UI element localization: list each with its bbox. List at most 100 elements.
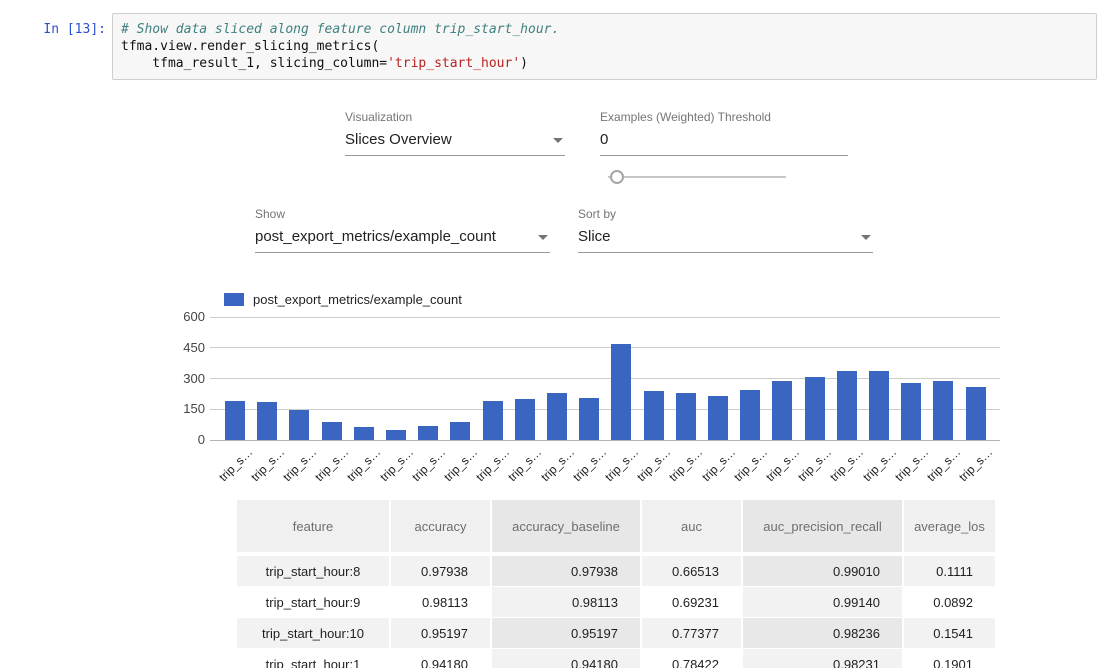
bar-18[interactable] bbox=[805, 377, 825, 440]
x-axis-label: trip_s… bbox=[667, 445, 706, 484]
bar-0[interactable] bbox=[225, 401, 245, 440]
column-header-auc_precision_recall[interactable]: auc_precision_recall bbox=[742, 500, 903, 554]
bar-20[interactable] bbox=[869, 371, 889, 440]
x-axis-label: trip_s… bbox=[828, 445, 867, 484]
x-axis-label: trip_s… bbox=[570, 445, 609, 484]
table-row: trip_start_hour:90.981130.981130.692310.… bbox=[237, 587, 995, 618]
bar-8[interactable] bbox=[483, 401, 503, 440]
gridline bbox=[210, 347, 1000, 348]
bar-23[interactable] bbox=[966, 387, 986, 440]
x-axis-label: trip_s… bbox=[506, 445, 545, 484]
x-axis-label: trip_s… bbox=[634, 445, 673, 484]
y-axis-label: 600 bbox=[165, 309, 205, 325]
x-axis-label: trip_s… bbox=[538, 445, 577, 484]
gridline bbox=[210, 317, 1000, 318]
chart-legend: post_export_metrics/example_count bbox=[224, 292, 462, 307]
code-line: tfma_result_1, slicing_column= bbox=[121, 56, 387, 71]
bar-2[interactable] bbox=[289, 410, 309, 440]
metric-cell: 0.78422 bbox=[641, 649, 742, 668]
table-row: trip_start_hour:10.941800.941800.784220.… bbox=[237, 649, 995, 668]
bar-12[interactable] bbox=[611, 344, 631, 440]
legend-label: post_export_metrics/example_count bbox=[253, 292, 462, 307]
metric-cell: 0.0892 bbox=[903, 587, 995, 618]
bar-13[interactable] bbox=[644, 391, 664, 440]
bar-17[interactable] bbox=[772, 381, 792, 440]
column-header-average_los[interactable]: average_los bbox=[903, 500, 995, 554]
metric-cell: 0.97938 bbox=[390, 554, 491, 587]
bar-16[interactable] bbox=[740, 390, 760, 440]
legend-swatch-icon bbox=[224, 293, 244, 306]
bar-10[interactable] bbox=[547, 393, 567, 440]
x-axis-label: trip_s… bbox=[892, 445, 931, 484]
x-axis-label: trip_s… bbox=[248, 445, 287, 484]
metric-cell: 0.98113 bbox=[491, 587, 641, 618]
x-axis-label: trip_s… bbox=[731, 445, 770, 484]
code-editor[interactable]: # Show data sliced along feature column … bbox=[112, 13, 1097, 80]
x-axis-label: trip_s… bbox=[699, 445, 738, 484]
code-string: 'trip_start_hour' bbox=[387, 56, 520, 71]
bar-22[interactable] bbox=[933, 381, 953, 440]
bar-3[interactable] bbox=[322, 422, 342, 440]
bar-14[interactable] bbox=[676, 393, 696, 440]
x-axis-label: trip_s… bbox=[956, 445, 995, 484]
x-axis-label: trip_s… bbox=[345, 445, 384, 484]
column-header-accuracy_baseline[interactable]: accuracy_baseline bbox=[491, 500, 641, 554]
x-axis-label: trip_s… bbox=[763, 445, 802, 484]
metric-cell: 0.1111 bbox=[903, 554, 995, 587]
bar-19[interactable] bbox=[837, 371, 857, 440]
threshold-slider[interactable] bbox=[608, 170, 786, 184]
x-axis-label: trip_s… bbox=[473, 445, 512, 484]
y-axis-label: 300 bbox=[165, 371, 205, 387]
bar-5[interactable] bbox=[386, 430, 406, 440]
bar-9[interactable] bbox=[515, 399, 535, 440]
feature-cell: trip_start_hour:10 bbox=[237, 618, 390, 649]
column-header-auc[interactable]: auc bbox=[641, 500, 742, 554]
plot-area: trip_s…trip_s…trip_s…trip_s…trip_s…trip_… bbox=[210, 317, 1000, 440]
metric-cell: 0.98231 bbox=[742, 649, 903, 668]
bar-7[interactable] bbox=[450, 422, 470, 440]
table-row: trip_start_hour:80.979380.979380.665130.… bbox=[237, 554, 995, 587]
x-axis-label: trip_s… bbox=[409, 445, 448, 484]
sort-by-value: Slice bbox=[578, 228, 611, 245]
slider-track[interactable] bbox=[608, 176, 786, 178]
feature-cell: trip_start_hour:8 bbox=[237, 554, 390, 587]
threshold-value: 0 bbox=[600, 131, 608, 148]
x-axis-label: trip_s… bbox=[795, 445, 834, 484]
slicing-metrics-chart: post_export_metrics/example_count 015030… bbox=[165, 290, 1045, 490]
notebook-page: In [13]: # Show data sliced along featur… bbox=[0, 0, 1111, 668]
bar-21[interactable] bbox=[901, 383, 921, 440]
y-axis-label: 450 bbox=[165, 340, 205, 356]
x-axis-label: trip_s… bbox=[312, 445, 351, 484]
bar-15[interactable] bbox=[708, 396, 728, 440]
y-axis: 0150300450600 bbox=[165, 290, 205, 490]
threshold-input[interactable]: Examples (Weighted) Threshold 0 bbox=[600, 110, 848, 156]
y-axis-label: 150 bbox=[165, 401, 205, 417]
threshold-label: Examples (Weighted) Threshold bbox=[600, 110, 848, 124]
sort-by-label: Sort by bbox=[578, 207, 873, 221]
metric-cell: 0.98236 bbox=[742, 618, 903, 649]
chevron-down-icon bbox=[861, 235, 871, 240]
chevron-down-icon bbox=[553, 138, 563, 143]
bar-6[interactable] bbox=[418, 426, 438, 440]
x-axis-label: trip_s… bbox=[602, 445, 641, 484]
metric-cell: 0.94180 bbox=[491, 649, 641, 668]
code-line: ) bbox=[520, 56, 528, 71]
slider-thumb-icon[interactable] bbox=[610, 170, 624, 184]
column-header-accuracy[interactable]: accuracy bbox=[390, 500, 491, 554]
metric-cell: 0.1901 bbox=[903, 649, 995, 668]
metric-cell: 0.95197 bbox=[491, 618, 641, 649]
bar-4[interactable] bbox=[354, 427, 374, 440]
metrics-table-head-row: featureaccuracyaccuracy_baselineaucauc_p… bbox=[237, 500, 995, 554]
visualization-dropdown[interactable]: Visualization Slices Overview bbox=[345, 110, 565, 156]
table-row: trip_start_hour:100.951970.951970.773770… bbox=[237, 618, 995, 649]
sort-by-dropdown[interactable]: Sort by Slice bbox=[578, 207, 873, 253]
metric-cell: 0.95197 bbox=[390, 618, 491, 649]
chevron-down-icon bbox=[538, 235, 548, 240]
x-axis-label: trip_s… bbox=[377, 445, 416, 484]
metric-cell: 0.99010 bbox=[742, 554, 903, 587]
bar-11[interactable] bbox=[579, 398, 599, 440]
bar-1[interactable] bbox=[257, 402, 277, 440]
metrics-table: featureaccuracyaccuracy_baselineaucauc_p… bbox=[237, 500, 995, 668]
show-metric-dropdown[interactable]: Show post_export_metrics/example_count bbox=[255, 207, 550, 253]
column-header-feature[interactable]: feature bbox=[237, 500, 390, 554]
